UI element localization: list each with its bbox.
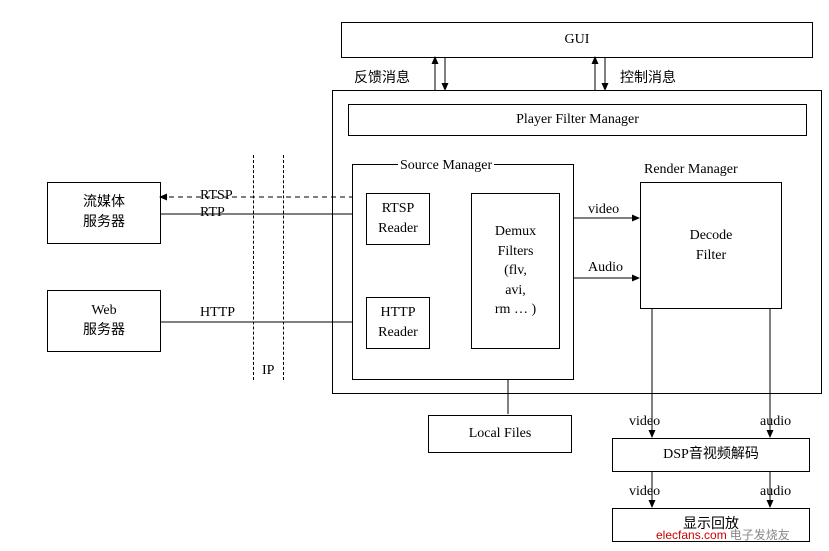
rtsp-label: RTSP [198, 188, 235, 204]
pfm-label: Player Filter Manager [516, 110, 639, 130]
watermark: elecfans.com 电子发烧友 [656, 526, 790, 543]
http-reader-label: HTTPReader [378, 303, 418, 342]
rtsp-reader-label: RTSPReader [378, 199, 418, 238]
ip-label: IP [260, 363, 276, 379]
audio-label-cap: Audio [586, 260, 625, 276]
decode-label: DecodeFilter [690, 226, 733, 265]
web-server-label: Web服务器 [83, 301, 125, 340]
video-label-1: video [586, 202, 621, 218]
rtp-label: RTP [198, 205, 227, 221]
http-reader-box: HTTPReader [366, 297, 430, 349]
watermark-cn: 电子发烧友 [730, 528, 790, 542]
dsp-label: DSP音视频解码 [663, 445, 759, 465]
local-files-label: Local Files [469, 424, 532, 444]
control-label: 控制消息 [618, 67, 678, 87]
dsp-box: DSP音视频解码 [612, 438, 810, 472]
local-files-box: Local Files [428, 415, 572, 453]
sm-label: Source Manager [398, 158, 494, 174]
video-label-2: video [627, 414, 662, 430]
ip-boundary-left [253, 155, 254, 380]
pfm-box: Player Filter Manager [348, 104, 807, 136]
rm-label: Render Manager [642, 162, 740, 178]
gui-label: GUI [565, 30, 590, 50]
audio-label-2: audio [758, 414, 793, 430]
watermark-en: elecfans.com [656, 528, 727, 542]
stream-server-label: 流媒体服务器 [83, 193, 125, 232]
stream-server-box: 流媒体服务器 [47, 182, 161, 244]
rtsp-reader-box: RTSPReader [366, 193, 430, 245]
web-server-box: Web服务器 [47, 290, 161, 352]
decode-box: DecodeFilter [640, 182, 782, 309]
http-label: HTTP [198, 305, 237, 321]
demux-box: DemuxFilters(flv,avi,rm … ) [471, 193, 560, 349]
audio-label-3: audio [758, 484, 793, 500]
feedback-label: 反馈消息 [352, 67, 412, 87]
gui-box: GUI [341, 22, 813, 58]
demux-label: DemuxFilters(flv,avi,rm … ) [495, 222, 536, 320]
video-label-3: video [627, 484, 662, 500]
ip-boundary-right [283, 155, 284, 380]
